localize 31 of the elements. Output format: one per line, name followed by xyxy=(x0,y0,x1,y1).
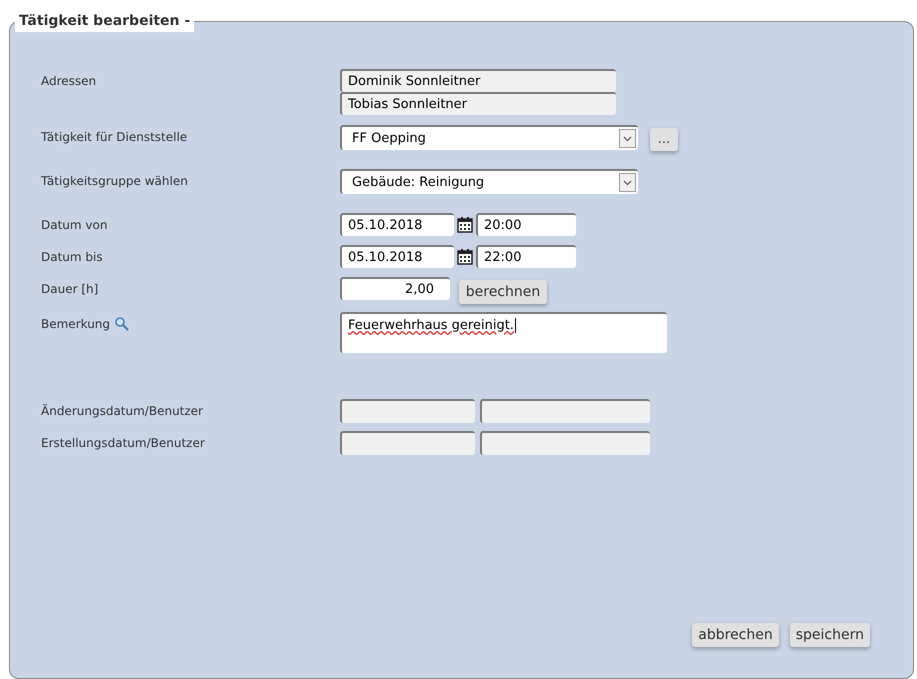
date-field[interactable]: 05.10.2018 xyxy=(340,245,454,268)
field-label: Datum bis xyxy=(41,249,103,266)
panel-title: Tätigkeit bearbeiten - xyxy=(15,11,194,32)
field-label: Datum von xyxy=(41,217,108,234)
address-field: Dominik Sonnleitner xyxy=(340,69,616,92)
time-field[interactable]: 20:00 xyxy=(476,213,576,236)
field-label: Erstellungsdatum/Benutzer xyxy=(41,435,205,452)
chevron-down-icon xyxy=(623,136,632,142)
calendar-icon[interactable] xyxy=(457,216,473,233)
more-button[interactable]: ... xyxy=(650,128,678,151)
dropdown-button[interactable] xyxy=(619,129,636,148)
field-label: Änderungsdatum/Benutzer xyxy=(41,403,203,420)
select-field[interactable]: FF Oepping xyxy=(340,125,638,150)
duration-field[interactable]: 2,00 xyxy=(340,277,450,300)
calendar-icon[interactable] xyxy=(457,248,473,265)
field-label: Dauer [h] xyxy=(41,281,98,298)
field-label: Adressen xyxy=(41,73,96,90)
dropdown-button[interactable] xyxy=(619,173,636,192)
time-field[interactable]: 22:00 xyxy=(476,245,576,268)
address-field: Tobias Sonnleitner xyxy=(340,92,616,115)
select-field[interactable]: Gebäude: Reinigung xyxy=(340,169,638,194)
field-label: Bemerkung xyxy=(41,316,110,333)
date-field[interactable]: 05.10.2018 xyxy=(340,213,454,236)
cancel-button[interactable]: abbrechen xyxy=(692,623,779,647)
calculate-button[interactable]: berechnen xyxy=(459,280,547,304)
chevron-down-icon xyxy=(623,180,632,186)
search-icon[interactable] xyxy=(114,316,130,331)
field-label: Tätigkeitsgruppe wählen xyxy=(41,173,188,190)
save-button[interactable]: speichern xyxy=(790,623,870,647)
field-label: Tätigkeit für Dienststelle xyxy=(41,129,188,146)
remark-field[interactable]: Feuerwehrhaus gereinigt. xyxy=(340,312,667,353)
